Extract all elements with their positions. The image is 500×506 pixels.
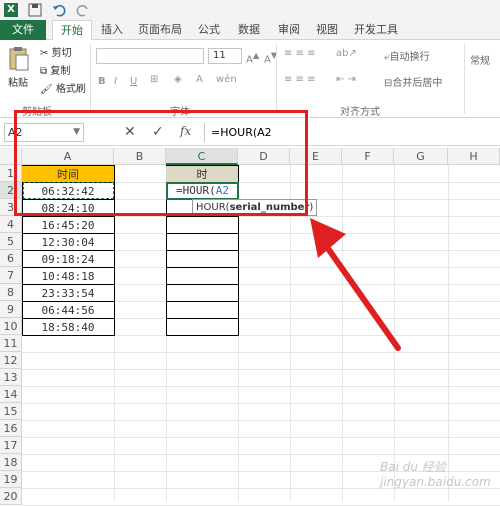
ribbon-separator	[276, 44, 277, 114]
tab-insert[interactable]: 插入	[94, 20, 130, 40]
time-cell[interactable]: 18:58:40	[22, 318, 114, 335]
time-cell[interactable]: 10:48:18	[22, 267, 114, 284]
undo-icon[interactable]	[52, 3, 66, 17]
grid-line	[22, 420, 500, 421]
brush-icon: 🖌	[40, 84, 53, 95]
bold-button[interactable]: B	[98, 76, 106, 87]
hour-cell[interactable]	[166, 284, 238, 301]
ribbon-separator	[464, 44, 465, 114]
alignment-group-label: 对齐方式	[340, 107, 380, 118]
row-header-5[interactable]: 5	[0, 233, 22, 250]
watermark: Bai du 经验 jingyan.baidu.com	[380, 460, 491, 489]
hour-cell[interactable]	[166, 301, 238, 318]
cut-label: 剪切	[51, 48, 72, 59]
time-cell[interactable]: 09:18:24	[22, 250, 114, 267]
merge-center-label: 合并后居中	[392, 78, 443, 89]
time-cell[interactable]: 23:33:54	[22, 284, 114, 301]
copy-icon: ⧉	[40, 66, 48, 77]
quick-access-toolbar: X	[0, 0, 500, 20]
ribbon-separator	[90, 44, 91, 114]
scissors-icon: ✂	[40, 48, 49, 59]
tab-formulas[interactable]: 公式	[192, 20, 226, 40]
cut-button[interactable]: ✂ 剪切	[40, 44, 72, 59]
paste-icon[interactable]	[8, 46, 30, 72]
tab-review[interactable]: 审阅	[272, 20, 306, 40]
grid-line	[22, 454, 500, 455]
underline-button[interactable]: U	[130, 76, 137, 87]
save-icon[interactable]	[28, 3, 42, 17]
paste-button[interactable]: 粘贴	[8, 74, 28, 89]
time-cell[interactable]: 16:45:20	[22, 216, 114, 233]
redo-icon[interactable]	[76, 3, 90, 17]
font-size-dropdown[interactable]: 11	[208, 48, 242, 64]
phonetic-icon[interactable]: wén	[216, 74, 237, 85]
row-header-19[interactable]: 19	[0, 471, 22, 488]
row-header-13[interactable]: 13	[0, 369, 22, 386]
tab-page-layout[interactable]: 页面布局	[132, 20, 188, 40]
column-header-g[interactable]: G	[394, 148, 448, 165]
copy-label: 复制	[50, 66, 71, 77]
column-header-h[interactable]: H	[448, 148, 500, 165]
row-header-9[interactable]: 9	[0, 301, 22, 318]
grow-font-button[interactable]: A▲	[246, 50, 259, 65]
row-header-17[interactable]: 17	[0, 437, 22, 454]
grid-line	[22, 403, 500, 404]
indent-icon[interactable]: ⇤ ⇥	[336, 74, 356, 85]
grid-line	[22, 386, 500, 387]
format-painter-label: 格式刷	[55, 84, 86, 95]
number-format-dropdown[interactable]: 常规	[470, 52, 490, 67]
wrap-text-button[interactable]: ⤶自动换行	[384, 48, 430, 63]
wrap-text-label: 自动换行	[389, 52, 430, 63]
row-header-18[interactable]: 18	[0, 454, 22, 471]
font-name-dropdown[interactable]	[96, 48, 204, 64]
time-cell[interactable]: 06:44:56	[22, 301, 114, 318]
tab-home[interactable]: 开始	[52, 20, 92, 41]
row-header-15[interactable]: 15	[0, 403, 22, 420]
ribbon-tabs: 文件 开始 插入 页面布局 公式 数据 审阅 视图 开发工具	[0, 20, 500, 41]
grid-line	[22, 352, 500, 353]
align-left-icon[interactable]: ≡ ≡ ≡	[284, 74, 316, 85]
italic-button[interactable]: I	[114, 76, 117, 87]
merge-center-button[interactable]: ⊟合并后居中	[384, 74, 442, 89]
format-painter-button[interactable]: 🖌 格式刷	[40, 80, 86, 95]
grid-line	[22, 437, 500, 438]
copy-button[interactable]: ⧉ 复制	[40, 62, 70, 77]
orientation-icon[interactable]: ab↗	[336, 48, 357, 59]
hour-cell[interactable]	[166, 267, 238, 284]
hour-cell[interactable]	[166, 216, 238, 233]
row-header-10[interactable]: 10	[0, 318, 22, 335]
row-header-11[interactable]: 11	[0, 335, 22, 352]
time-cell[interactable]: 12:30:04	[22, 233, 114, 250]
tab-file[interactable]: 文件	[0, 20, 46, 40]
excel-logo-icon: X	[4, 3, 18, 17]
hour-cell[interactable]	[166, 233, 238, 250]
tab-developer[interactable]: 开发工具	[348, 20, 404, 40]
row-header-7[interactable]: 7	[0, 267, 22, 284]
highlight-box	[14, 110, 308, 216]
fill-color-icon[interactable]: ◈	[174, 74, 182, 85]
grid-line	[22, 369, 500, 370]
ribbon-home: 粘贴 ✂ 剪切 ⧉ 复制 🖌 格式刷 剪贴板 11 A▲ A▼ B I U ⊞ …	[0, 40, 500, 118]
hour-cell[interactable]	[166, 250, 238, 267]
column-header-f[interactable]: F	[342, 148, 394, 165]
tab-view[interactable]: 视图	[310, 20, 344, 40]
row-header-6[interactable]: 6	[0, 250, 22, 267]
row-header-12[interactable]: 12	[0, 352, 22, 369]
row-header-8[interactable]: 8	[0, 284, 22, 301]
font-color-icon[interactable]: A	[196, 74, 203, 85]
row-header-14[interactable]: 14	[0, 386, 22, 403]
tab-data[interactable]: 数据	[232, 20, 266, 40]
row-header-16[interactable]: 16	[0, 420, 22, 437]
red-arrow-annotation	[310, 218, 401, 351]
borders-icon[interactable]: ⊞	[150, 74, 158, 85]
row-header-4[interactable]: 4	[0, 216, 22, 233]
hour-cell[interactable]	[166, 318, 238, 335]
row-header-20[interactable]: 20	[0, 488, 22, 505]
align-top-icon[interactable]: ≡ ≡ ≡	[284, 48, 316, 59]
